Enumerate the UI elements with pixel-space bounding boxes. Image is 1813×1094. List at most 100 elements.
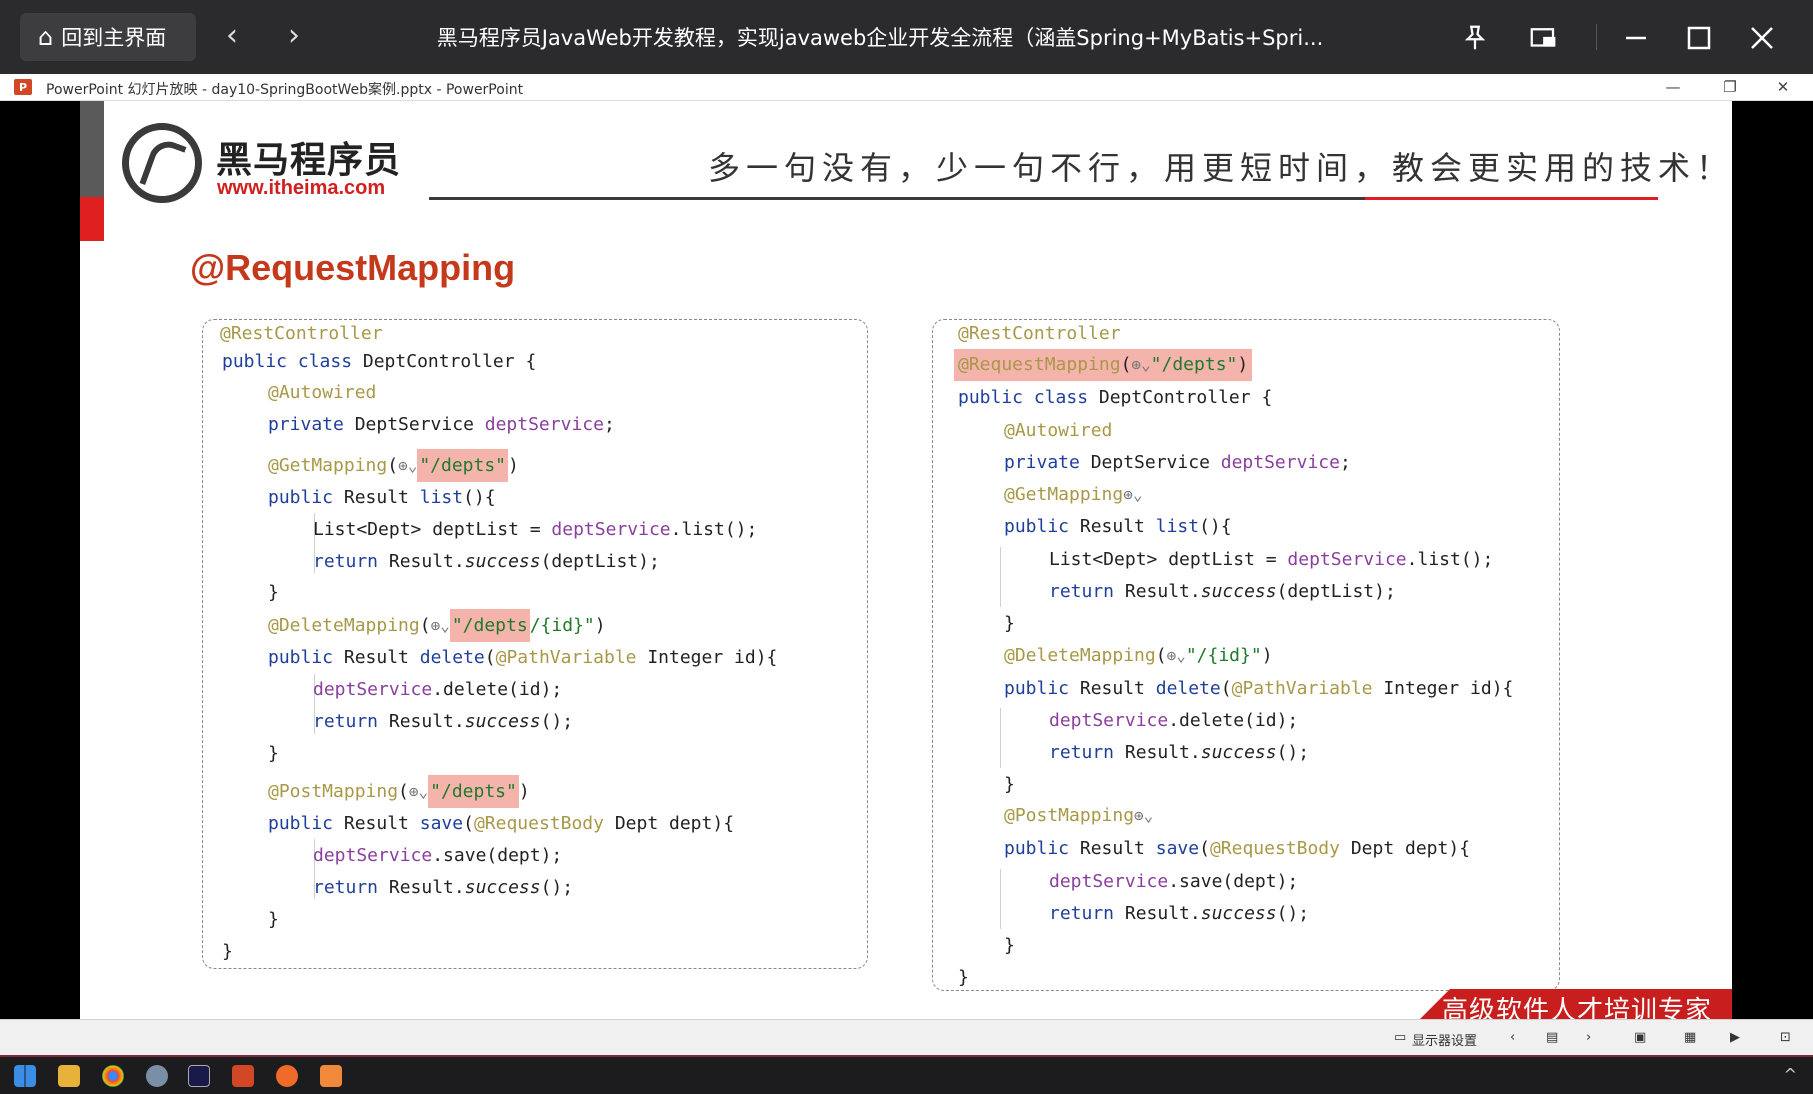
code-line: public Result save(@RequestBody Dept dep…: [268, 813, 735, 834]
code-line: @PostMapping⊕⌄: [1004, 805, 1154, 826]
restore-icon: ❐: [1723, 78, 1737, 96]
reading-view-icon[interactable]: ▣: [1634, 1030, 1646, 1045]
code-line: @Autowired: [1004, 420, 1113, 441]
powerpoint-icon: P: [14, 79, 32, 95]
globe-icon: ⊕⌄: [398, 456, 418, 475]
code-line: }: [1004, 613, 1015, 634]
minimize-icon: [1626, 36, 1646, 40]
header-rule-accent: [1365, 197, 1658, 200]
code-line: public class DeptController {: [958, 387, 1273, 408]
highlighted-path: "/depts": [428, 775, 519, 808]
code-line: deptService.delete(id);: [313, 679, 563, 700]
code-line: }: [1004, 935, 1015, 956]
chevron-left-icon[interactable]: ‹: [1510, 1030, 1515, 1045]
pin-button[interactable]: [1455, 18, 1495, 58]
toolbar-divider: [1596, 24, 1597, 50]
display-settings-icon[interactable]: ▭: [1394, 1030, 1406, 1045]
code-line: @GetMapping⊕⌄: [1004, 484, 1143, 505]
display-settings-button[interactable]: 显示器设置: [1412, 1030, 1477, 1049]
slogan-banner-text: 高级软件人才培训专家: [1442, 996, 1713, 1019]
code-line: @RestController: [958, 323, 1121, 344]
code-line: }: [958, 967, 969, 988]
player-top-bar: ⌂ 回到主界面 ‹ › 黑马程序员JavaWeb开发教程，实现javaweb企业…: [0, 0, 1813, 74]
chevron-right-icon[interactable]: ›: [1586, 1030, 1591, 1045]
highlighted-path: "/depts": [417, 449, 509, 482]
code-line: private DeptService deptService;: [1004, 452, 1351, 473]
indent-guide: [1000, 869, 1001, 929]
globe-icon: ⊕⌄: [1166, 646, 1186, 665]
close-button[interactable]: [1742, 18, 1782, 58]
code-line: @DeleteMapping(⊕⌄"/{id}"): [1004, 645, 1273, 666]
powerpoint-window-title: PowerPoint 幻灯片放映 - day10-SpringBootWeb案例…: [46, 82, 524, 98]
taskbar: ^: [0, 1055, 1813, 1094]
code-line: }: [222, 941, 233, 962]
slide-side-bar-grey: [80, 101, 104, 197]
code-line: deptService.delete(id);: [1049, 710, 1299, 731]
code-line: }: [268, 743, 279, 764]
powerpoint-taskbar-icon[interactable]: [232, 1065, 254, 1087]
windows-start-icon[interactable]: [14, 1065, 36, 1087]
indent-guide: [1000, 547, 1001, 607]
ppt-close-button[interactable]: ✕: [1768, 76, 1798, 98]
slide-canvas: 黑马程序员 www.itheima.com 多一句没有，少一句不行，用更短时间，…: [80, 101, 1732, 1019]
globe-icon: ⊕⌄: [1131, 355, 1151, 374]
code-line: public Result save(@RequestBody Dept dep…: [1004, 838, 1471, 859]
code-line: }: [268, 582, 279, 603]
app-icon[interactable]: [276, 1065, 298, 1087]
code-line: return Result.success();: [313, 711, 574, 732]
minimize-icon: —: [1665, 78, 1681, 96]
code-line: deptService.save(dept);: [313, 845, 563, 866]
code-line: @PostMapping(⊕⌄ "/depts"): [268, 775, 530, 808]
maximize-button[interactable]: [1679, 18, 1719, 58]
slide-sorter-icon[interactable]: ▦: [1684, 1030, 1696, 1045]
indent-guide: [1000, 708, 1001, 768]
maximize-icon: [1687, 26, 1711, 50]
chevron-up-icon[interactable]: ^: [1784, 1065, 1797, 1084]
intellij-icon[interactable]: [188, 1065, 210, 1087]
code-line: public class DeptController {: [222, 351, 537, 372]
brand-name: 黑马程序员: [216, 140, 402, 181]
ppt-restore-button[interactable]: ❐: [1715, 76, 1745, 98]
globe-icon: ⊕⌄: [430, 616, 450, 635]
code-line: @RestController: [220, 323, 383, 344]
brand-url: www.itheima.com: [217, 177, 386, 199]
powerpoint-title-bar: P PowerPoint 幻灯片放映 - day10-SpringBootWeb…: [0, 74, 1813, 101]
code-line: return Result.success(deptList);: [1049, 581, 1396, 602]
code-line: public Result delete(@PathVariable Integ…: [268, 647, 778, 668]
globe-icon: ⊕⌄: [1134, 806, 1154, 825]
code-line: }: [1004, 774, 1015, 795]
code-line: }: [268, 909, 279, 930]
slideshow-icon[interactable]: ▶: [1730, 1030, 1740, 1045]
video-title: 黑马程序员JavaWeb开发教程，实现javaweb企业开发全流程（涵盖Spri…: [436, 26, 1324, 50]
code-line: @DeleteMapping(⊕⌄ "/depts/{id}"): [268, 609, 606, 642]
header-rule: [429, 197, 1369, 200]
highlighted-request-mapping: @RequestMapping(⊕⌄"/depts"): [954, 349, 1253, 381]
slide-side-bar-red: [80, 197, 104, 241]
file-explorer-icon[interactable]: [58, 1065, 80, 1087]
code-line: @GetMapping(⊕⌄ "/depts"): [268, 449, 519, 482]
globe-icon: ⊕⌄: [408, 782, 429, 801]
normal-view-icon[interactable]: ▤: [1546, 1030, 1558, 1045]
app-icon[interactable]: [146, 1065, 168, 1087]
horse-logo-icon: [122, 123, 202, 203]
forward-button[interactable]: ›: [288, 18, 300, 54]
pin-icon: [1464, 25, 1486, 50]
app-icon[interactable]: [320, 1065, 342, 1087]
home-button[interactable]: ⌂ 回到主界面: [20, 13, 196, 61]
code-line: private DeptService deptService;: [268, 414, 615, 435]
mini-window-button[interactable]: [1523, 18, 1563, 58]
ppt-minimize-button[interactable]: —: [1658, 76, 1688, 98]
chrome-icon[interactable]: [102, 1065, 124, 1087]
home-icon: ⌂: [38, 23, 54, 51]
back-button[interactable]: ‹: [226, 18, 238, 54]
code-line: deptService.save(dept);: [1049, 871, 1299, 892]
home-button-label: 回到主界面: [61, 26, 167, 50]
minimize-button[interactable]: [1616, 18, 1656, 58]
slide-title: @RequestMapping: [190, 247, 516, 288]
code-line: return Result.success();: [1049, 742, 1310, 763]
code-line: List<Dept> deptList = deptService.list()…: [1049, 549, 1494, 570]
fit-window-icon[interactable]: ⊡: [1780, 1030, 1791, 1045]
close-icon: [1751, 27, 1773, 49]
code-line: return Result.success(deptList);: [313, 551, 660, 572]
code-line: return Result.success();: [1049, 903, 1310, 924]
